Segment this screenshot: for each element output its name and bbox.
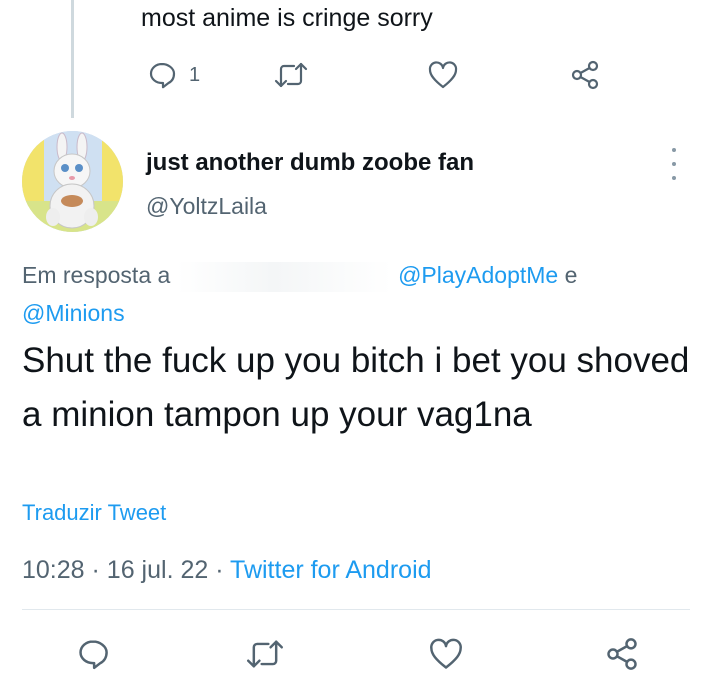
share-icon (571, 60, 599, 90)
share-button[interactable] (604, 636, 640, 672)
mention-playadoptme[interactable]: @PlayAdoptMe (398, 262, 558, 288)
retweet-button[interactable] (246, 636, 284, 672)
tweet-time[interactable]: 10:28 (22, 556, 85, 584)
previous-tweet-actions: 1 (141, 57, 611, 93)
tweet-metadata: 10:28 · 16 jul. 22 · Twitter for Android (22, 556, 432, 585)
heart-icon (428, 61, 458, 89)
reply-icon (79, 640, 108, 670)
reply-prefix: Em resposta a (22, 262, 171, 288)
author-handle[interactable]: @YoltzLaila (146, 193, 267, 220)
reply-button[interactable] (76, 636, 110, 672)
tweet-date[interactable]: 16 jul. 22 (107, 556, 208, 584)
previous-like-button[interactable] (427, 57, 459, 93)
previous-retweet-button[interactable] (274, 57, 308, 93)
previous-reply-button[interactable]: 1 (147, 57, 200, 93)
previous-share-button[interactable] (569, 57, 601, 93)
divider (22, 609, 690, 610)
meta-separator: · (215, 556, 224, 584)
avatar[interactable] (22, 131, 123, 232)
reply-count: 1 (189, 63, 201, 86)
more-options-button[interactable] (664, 148, 684, 180)
meta-separator: · (91, 556, 100, 584)
retweet-icon (274, 62, 308, 88)
heart-icon (430, 638, 462, 669)
mention-minions[interactable]: @Minions (22, 300, 125, 326)
bunny-avatar-icon (22, 131, 123, 232)
like-button[interactable] (428, 636, 464, 672)
reply-icon (149, 62, 176, 89)
tweet-text: Shut the fuck up you bitch i bet you sho… (22, 341, 690, 434)
more-dot-icon (672, 162, 676, 166)
thread-connector-line (71, 0, 74, 118)
tweet-actions (0, 636, 712, 676)
share-icon (607, 638, 637, 670)
retweet-icon (247, 640, 283, 668)
translate-tweet-link[interactable]: Traduzir Tweet (22, 500, 166, 526)
more-dot-icon (672, 148, 676, 152)
more-dot-icon (672, 176, 676, 180)
tweet-source[interactable]: Twitter for Android (230, 556, 431, 584)
reply-conjunction: e (564, 262, 578, 288)
author-name[interactable]: just another dumb zoobe fan (146, 149, 474, 177)
reply-context: Em resposta a @PlayAdoptMe e @Minions (22, 256, 662, 332)
redacted-mention (176, 261, 392, 292)
previous-tweet-text: most anime is cringe sorry (141, 4, 433, 32)
